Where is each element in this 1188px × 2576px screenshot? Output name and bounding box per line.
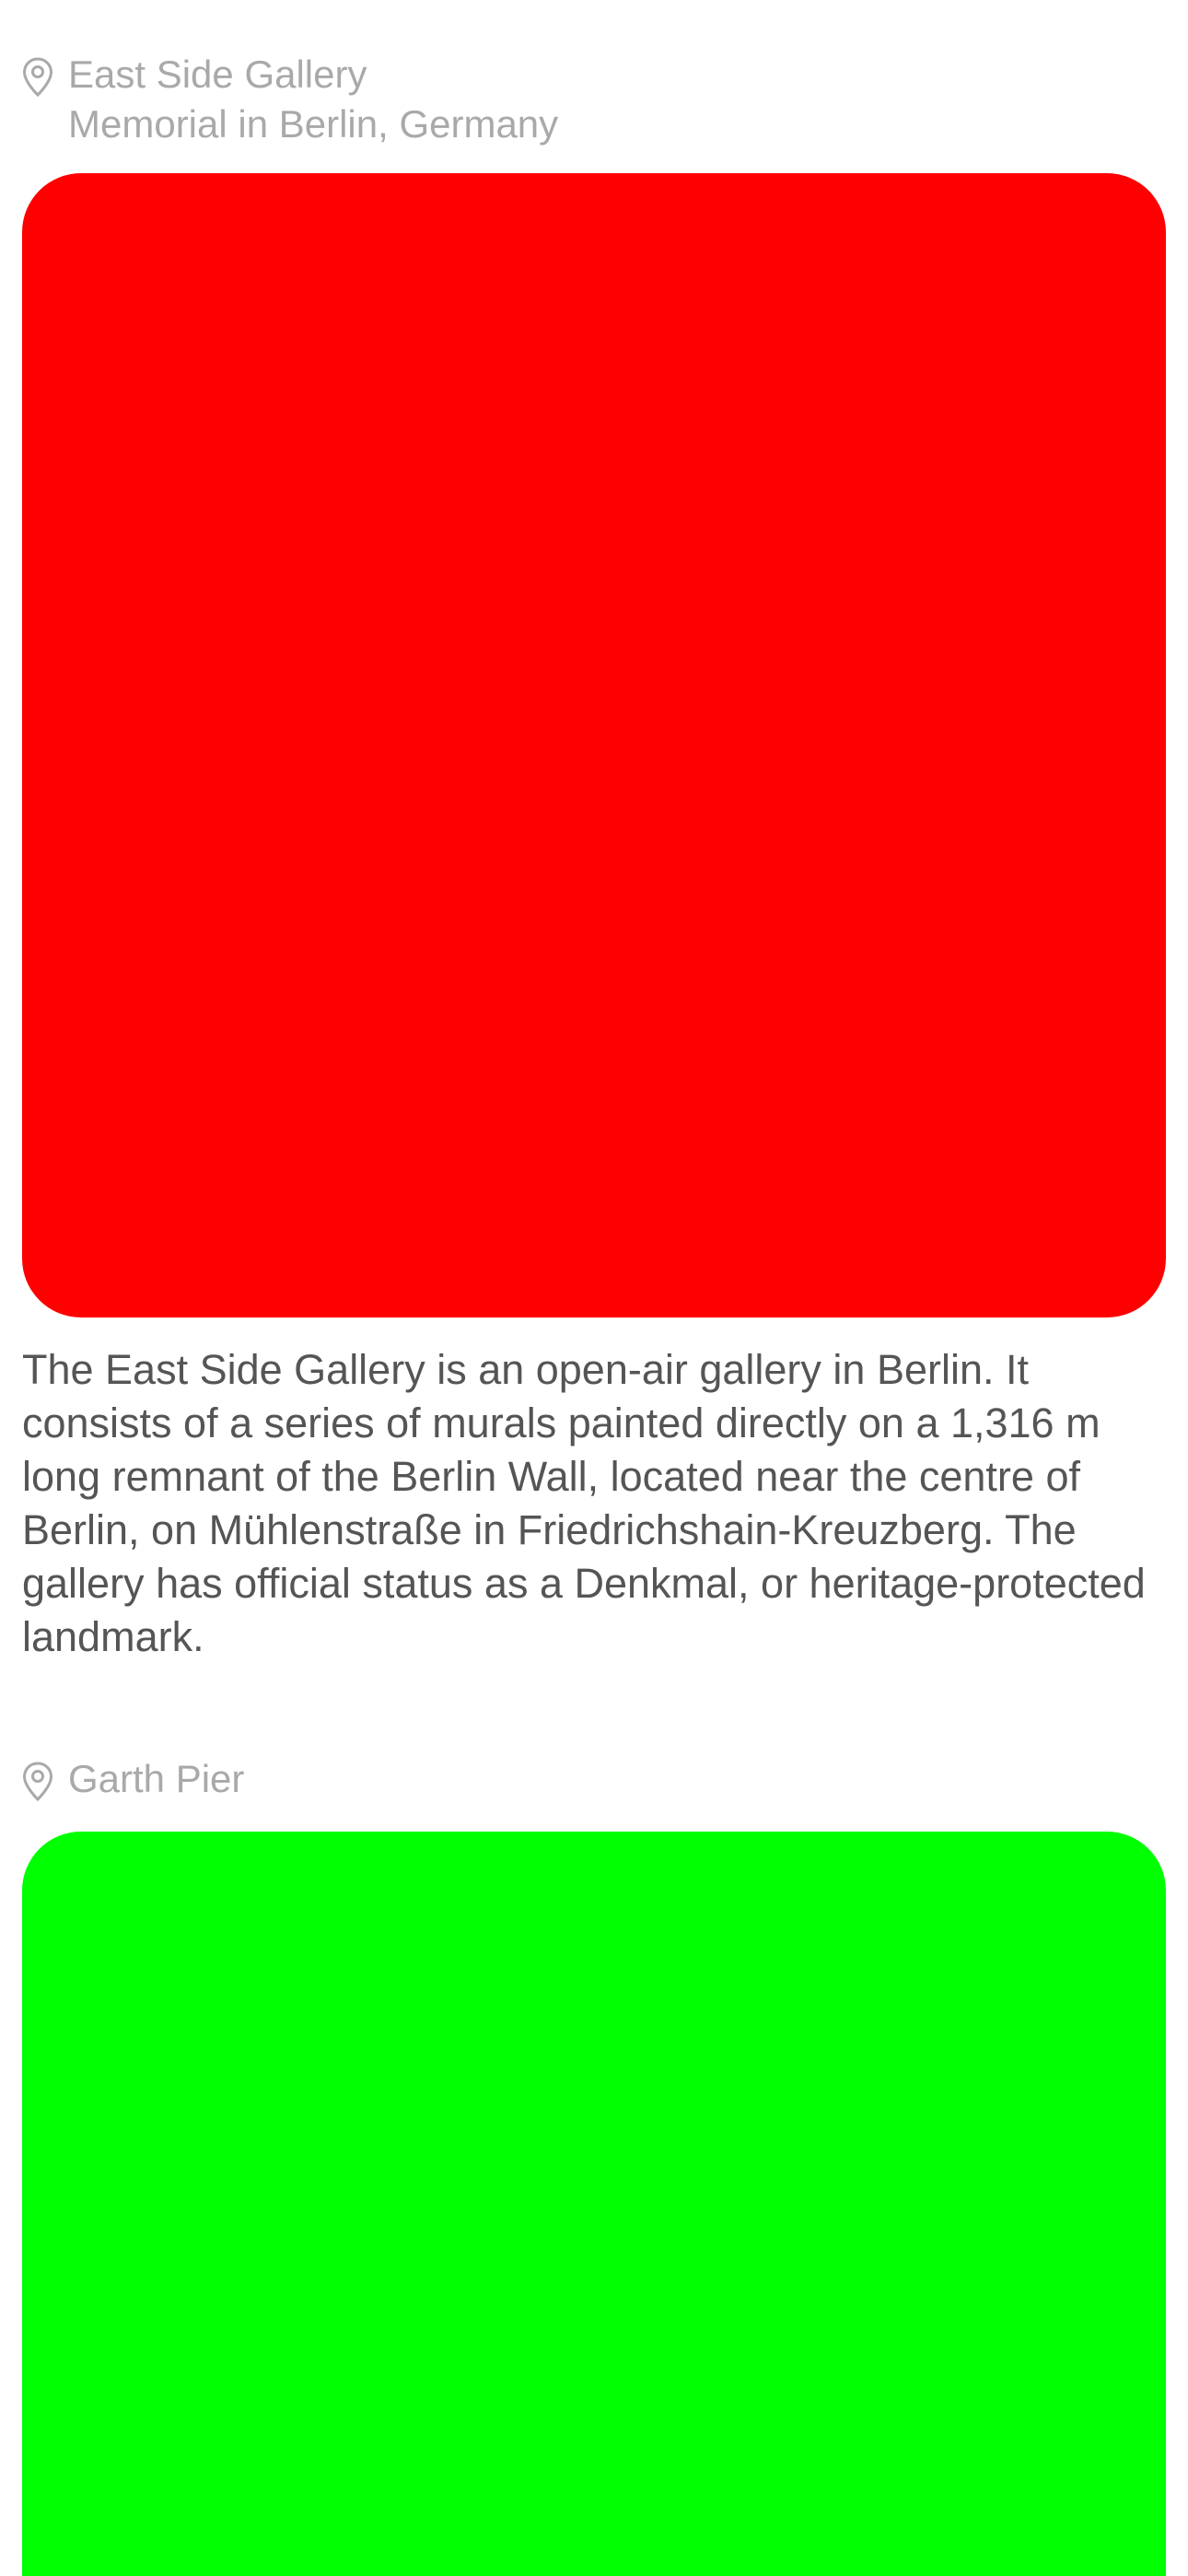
place-header-garth-pier[interactable]: Garth Pier	[22, 1754, 244, 1804]
map-pin-icon	[22, 1762, 53, 1802]
place-feed: East Side Gallery Memorial in Berlin, Ge…	[0, 0, 1188, 2576]
place-header-text: Garth Pier	[68, 1754, 244, 1804]
place-header-east-side-gallery[interactable]: East Side Gallery Memorial in Berlin, Ge…	[22, 50, 558, 149]
place-photo[interactable]	[22, 1832, 1166, 2576]
map-pin-icon	[22, 57, 53, 98]
place-subtitle: Memorial in Berlin, Germany	[68, 102, 559, 146]
place-photo[interactable]	[22, 173, 1166, 1317]
place-description: The East Side Gallery is an open-air gal…	[22, 1346, 1146, 1660]
place-title: East Side Gallery	[68, 53, 367, 96]
place-header-text: East Side Gallery Memorial in Berlin, Ge…	[68, 50, 558, 149]
place-title: Garth Pier	[68, 1757, 245, 1800]
